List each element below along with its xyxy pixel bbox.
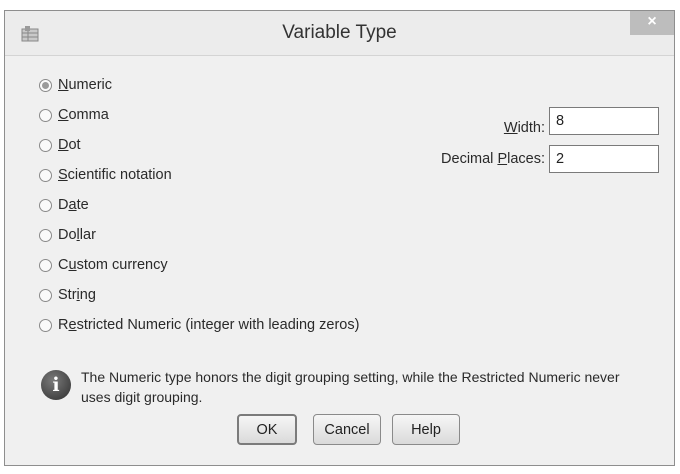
decimal-places-input[interactable]	[549, 145, 659, 173]
radio-button[interactable]	[39, 168, 52, 182]
radio-label: Numeric	[58, 77, 112, 93]
width-label: Width:	[503, 120, 545, 136]
radio-button[interactable]	[39, 288, 52, 302]
radio-label: Comma	[58, 107, 109, 123]
close-button[interactable]: ×	[630, 11, 674, 35]
info-message: The Numeric type honors the digit groupi…	[81, 369, 620, 405]
cancel-button[interactable]: Cancel	[313, 414, 381, 445]
width-input[interactable]	[549, 107, 659, 135]
radio-option[interactable]: Dollar	[39, 225, 96, 245]
title-bar[interactable]: Variable Type ×	[5, 11, 674, 56]
radio-label: Restricted Numeric (integer with leading…	[58, 317, 360, 333]
radio-button[interactable]	[39, 258, 52, 272]
radio-option[interactable]: Custom currency	[39, 255, 168, 275]
window-title: Variable Type	[282, 22, 397, 43]
radio-option[interactable]: Restricted Numeric (integer with leading…	[39, 315, 359, 335]
info-icon: i	[41, 370, 71, 400]
radio-option[interactable]: Scientific notation	[39, 165, 172, 185]
help-button[interactable]: Help	[392, 414, 460, 445]
radio-option[interactable]: String	[39, 285, 96, 305]
radio-button[interactable]	[39, 108, 52, 122]
radio-button[interactable]	[39, 228, 52, 242]
radio-option[interactable]: Numeric	[39, 75, 112, 95]
radio-label: String	[58, 287, 96, 303]
radio-option[interactable]: Dot	[39, 135, 81, 155]
radio-option[interactable]: Date	[39, 195, 89, 215]
radio-label: Date	[58, 197, 89, 213]
radio-option[interactable]: Comma	[39, 105, 109, 125]
radio-label: Custom currency	[58, 257, 168, 273]
radio-label: Dot	[58, 137, 81, 153]
variable-type-dialog: Variable Type × Numeric Comma Dot Scientifi…	[4, 10, 675, 466]
decimal-places-label: Decimal Places:	[441, 151, 545, 167]
radio-label: Dollar	[58, 227, 96, 243]
close-icon: ×	[647, 13, 657, 30]
radio-label: Scientific notation	[58, 167, 172, 183]
radio-button[interactable]	[39, 138, 52, 152]
radio-button[interactable]	[39, 198, 52, 212]
ok-button[interactable]: OK	[237, 414, 297, 445]
radio-button[interactable]	[39, 318, 52, 332]
radio-button[interactable]	[39, 78, 52, 92]
